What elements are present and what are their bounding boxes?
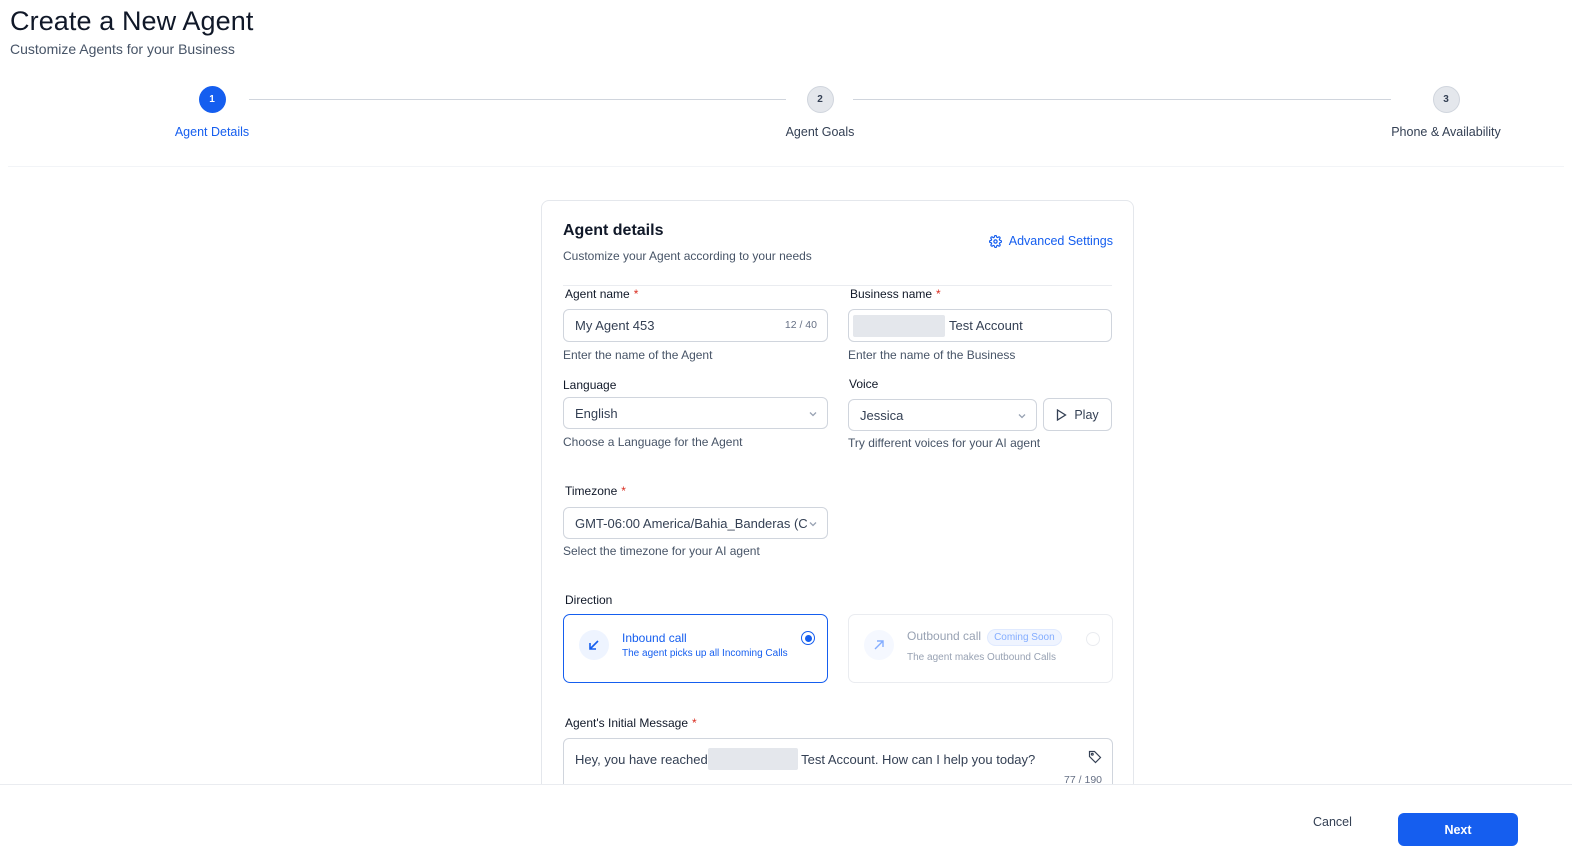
direction-label: Direction: [565, 593, 613, 607]
agent-name-counter: 12 / 40: [784, 319, 817, 331]
page-subtitle: Customize Agents for your Business: [10, 41, 235, 57]
agent-name-label: Agent name *: [565, 287, 639, 301]
voice-label: Voice: [849, 377, 879, 391]
arrow-down-left-icon: [579, 630, 609, 660]
agent-name-input[interactable]: My Agent 453 12 / 40: [563, 309, 828, 342]
advanced-settings-label: Advanced Settings: [1008, 234, 1113, 248]
play-voice-button[interactable]: Play: [1043, 398, 1112, 431]
initial-message-text-end: Test Account. How can I help you today?: [801, 752, 1036, 767]
step-label: Agent Details: [174, 125, 250, 139]
business-name-hint: Enter the name of the Business: [848, 348, 1016, 362]
inbound-call-desc: The agent picks up all Incoming Calls: [622, 648, 788, 659]
step-label: Phone & Availability: [1391, 125, 1501, 139]
step-number: 2: [806, 86, 834, 113]
business-name-value: Test Account: [949, 318, 1023, 333]
step-connector: [249, 99, 786, 100]
initial-message-textarea[interactable]: Hey, you have reached Test Account. How …: [563, 738, 1113, 790]
coming-soon-badge: Coming Soon: [987, 629, 1062, 646]
language-label: Language: [563, 378, 617, 392]
page-header: Create a New Agent Customize Agents for …: [10, 6, 253, 57]
voice-hint: Try different voices for your AI agent: [848, 436, 1041, 450]
business-name-label: Business name *: [850, 287, 941, 301]
card-divider: [563, 285, 1112, 286]
required-mark: *: [936, 287, 941, 301]
radio-dot: [804, 634, 812, 642]
timezone-label: Timezone *: [565, 484, 626, 498]
step-number: 1: [198, 86, 226, 113]
card-title: Agent details: [563, 222, 664, 239]
timezone-hint: Select the timezone for your AI agent: [563, 544, 760, 558]
step-number: 3: [1432, 86, 1460, 113]
agent-name-value: My Agent 453: [575, 318, 655, 333]
language-hint: Choose a Language for the Agent: [563, 435, 743, 449]
page-title: Create a New Agent: [10, 6, 254, 36]
initial-message-text-start: Hey, you have reached: [575, 752, 708, 767]
card-subtitle: Customize your Agent according to your n…: [563, 249, 812, 263]
agent-details-card: Agent details Customize your Agent accor…: [541, 200, 1134, 800]
cancel-button[interactable]: Cancel: [1313, 815, 1352, 829]
language-select[interactable]: English: [563, 397, 828, 429]
header-divider: [8, 166, 1564, 167]
business-name-input[interactable]: Test Account: [848, 309, 1112, 342]
step-phone-availability[interactable]: 3 Phone & Availability: [1390, 86, 1502, 139]
step-connector: [853, 99, 1391, 100]
play-icon: [1057, 408, 1068, 421]
voice-value: Jessica: [860, 407, 904, 423]
timezone-value: GMT-06:00 America/Bahia_Banderas (C...: [575, 515, 807, 531]
initial-message-label: Agent's Initial Message *: [565, 716, 697, 730]
outbound-call-title: Outbound call Coming Soon: [907, 629, 1062, 646]
redacted-block: [707, 748, 798, 770]
inbound-call-option[interactable]: Inbound call The agent picks up all Inco…: [563, 614, 828, 683]
footer-bar: Cancel Next: [0, 784, 1572, 853]
voice-select[interactable]: Jessica: [848, 399, 1037, 431]
required-mark: *: [633, 287, 639, 301]
outbound-call-option: Outbound call Coming Soon The agent makes…: [848, 614, 1113, 683]
inbound-call-title: Inbound call: [622, 631, 687, 645]
next-button[interactable]: Next: [1398, 813, 1518, 846]
gear-icon: [988, 234, 1002, 248]
language-value: English: [575, 405, 618, 421]
chevron-down-icon: [809, 522, 817, 527]
play-label: Play: [1074, 407, 1099, 422]
chevron-down-icon: [809, 412, 817, 417]
timezone-select[interactable]: GMT-06:00 America/Bahia_Banderas (C...: [563, 507, 828, 539]
required-mark: *: [621, 484, 626, 498]
inbound-radio[interactable]: [801, 631, 815, 645]
step-agent-goals[interactable]: 2 Agent Goals: [780, 86, 860, 139]
outbound-radio: [1086, 632, 1100, 646]
step-agent-details[interactable]: 1 Agent Details: [175, 86, 249, 139]
stepper: 1 Agent Details 2 Agent Goals 3 Phone & …: [0, 86, 1572, 146]
redacted-block: [853, 314, 945, 337]
step-label: Agent Goals: [785, 125, 855, 139]
advanced-settings-button[interactable]: Advanced Settings: [988, 234, 1113, 248]
arrow-up-right-icon: [864, 630, 894, 660]
agent-name-hint: Enter the name of the Agent: [563, 348, 713, 362]
chevron-down-icon: [1018, 414, 1026, 419]
outbound-call-desc: The agent makes Outbound Calls: [907, 652, 1056, 663]
tag-icon[interactable]: [1088, 750, 1102, 764]
required-mark: *: [692, 716, 697, 730]
